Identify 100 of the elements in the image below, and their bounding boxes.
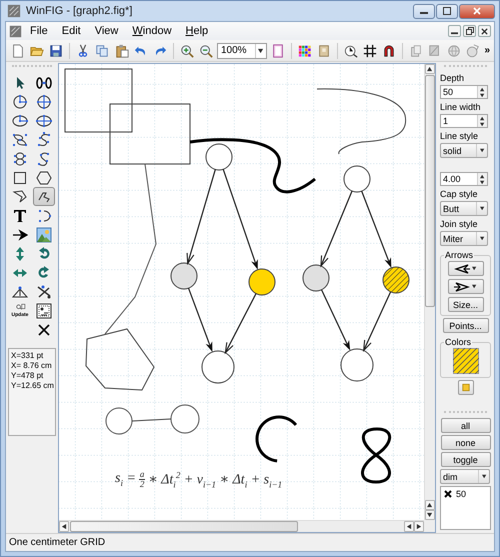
magnet-icon <box>382 44 396 58</box>
close-icon <box>473 7 481 15</box>
polygon-shape <box>86 328 155 391</box>
caret-icon <box>480 148 484 153</box>
depth-filter-button[interactable]: none <box>440 435 490 450</box>
scrollbar-thumb[interactable] <box>425 75 435 307</box>
caret-icon <box>482 474 486 479</box>
coordinate-readout: Y=478 pt <box>11 371 44 380</box>
zoom-in-icon <box>180 44 194 58</box>
scroll-up-button[interactable] <box>425 64 435 74</box>
app-icon <box>7 4 21 18</box>
depth-mode-dropdown[interactable]: dim <box>440 469 490 484</box>
menu-item[interactable]: Window <box>126 24 178 38</box>
property-label: Cap style <box>440 189 479 199</box>
closed-spline-icon <box>12 132 28 148</box>
point-pair-icon <box>36 74 52 90</box>
hexagon-icon <box>36 170 52 186</box>
globe-arrow-button[interactable] <box>465 42 482 59</box>
circle-node <box>170 262 198 290</box>
copy-icon <box>95 44 110 58</box>
menu-item[interactable]: View <box>88 24 124 38</box>
new-file-icon <box>11 44 26 58</box>
save-icon <box>49 44 64 58</box>
cross-mark-icon <box>444 490 452 498</box>
depth-checkbox[interactable] <box>443 490 452 498</box>
coordinate-readout: X=331 pt <box>11 351 44 360</box>
minimize-button[interactable] <box>448 25 461 37</box>
zoom-dropdown[interactable]: 100% <box>217 42 267 58</box>
vertical-scrollbar[interactable] <box>424 64 435 520</box>
spin-field[interactable]: 50 <box>440 85 488 99</box>
depth-filter-button[interactable]: all <box>440 418 490 433</box>
scroll-up-button[interactable] <box>425 500 435 510</box>
zoom-out-icon <box>198 44 213 58</box>
note-icon <box>462 383 470 392</box>
restore-button[interactable] <box>463 25 476 37</box>
caret-icon <box>258 48 264 54</box>
arrow <box>224 293 257 354</box>
points-button[interactable]: Points... <box>442 318 488 333</box>
depth-label: 50 <box>456 489 466 499</box>
rectangle-shape <box>64 68 132 132</box>
arrow <box>188 288 212 352</box>
picture-icon <box>36 226 52 242</box>
circle-node <box>344 166 370 192</box>
circle-node <box>302 264 330 292</box>
property-label: Line width <box>440 102 482 112</box>
paste-icon <box>114 44 129 58</box>
figure-eight-curve <box>361 428 392 484</box>
arrow <box>321 290 350 351</box>
scroll-down-button[interactable] <box>425 510 435 520</box>
ellipse-radius-icon <box>12 112 28 128</box>
spin-field[interactable]: 4.00 <box>440 172 488 186</box>
depth-filter-button[interactable]: toggle <box>440 452 490 467</box>
arc-shape <box>256 416 297 462</box>
document-icon <box>9 24 22 38</box>
library-icon <box>36 302 52 318</box>
maximize-button[interactable] <box>436 4 458 18</box>
tool-button[interactable] <box>33 187 55 206</box>
grid-button[interactable] <box>362 42 378 59</box>
rectangle-icon <box>12 170 28 186</box>
close-button[interactable] <box>478 25 491 37</box>
clock-icon <box>344 44 358 58</box>
arrow-head-icon <box>454 264 470 274</box>
caret-icon <box>480 206 484 211</box>
menu-item[interactable]: Help <box>180 24 214 38</box>
globe-icon <box>447 44 462 58</box>
menu-item[interactable]: File <box>24 24 54 38</box>
property-label: Line style <box>440 131 480 141</box>
style-dropdown[interactable]: solid <box>440 143 488 158</box>
circle-node <box>340 348 374 382</box>
coordinate-readout: X= 8.76 cm <box>11 361 53 370</box>
scroll-left-button[interactable] <box>59 521 69 532</box>
property-label: Join style <box>440 219 479 229</box>
open-curve-icon <box>36 150 52 166</box>
scrollbar-thumb[interactable] <box>70 521 298 532</box>
arrow-icon <box>61 524 67 530</box>
circle-node <box>248 268 276 296</box>
ellipse-diameter-icon <box>36 112 52 128</box>
horizontal-scrollbar[interactable] <box>59 520 424 532</box>
closed-curve-icon <box>12 150 28 166</box>
delete-icon <box>36 322 52 338</box>
toolbar-overflow-button[interactable]: » <box>484 45 490 56</box>
scroll-right-button[interactable] <box>414 521 424 532</box>
style-dropdown[interactable]: Butt <box>440 201 488 216</box>
open-spline-icon <box>36 132 52 148</box>
arrow-end-button[interactable] <box>448 279 484 294</box>
spin-field[interactable]: 1 <box>440 114 488 128</box>
group-label: Arrows <box>444 250 474 260</box>
paste-button[interactable] <box>114 42 130 59</box>
style-dropdown[interactable]: Miter <box>440 231 488 246</box>
coordinate-readout: Y=12.65 cm <box>11 381 53 390</box>
caret-icon <box>472 266 477 271</box>
scroll-left-button[interactable] <box>404 521 414 532</box>
size-button[interactable]: Size... <box>448 297 484 312</box>
arrow-icon <box>12 226 28 242</box>
minimize-button[interactable] <box>413 4 435 18</box>
arrow-start-button[interactable] <box>448 261 484 276</box>
note-button[interactable] <box>458 380 474 395</box>
menu-item[interactable]: Edit <box>56 24 87 38</box>
arc-points-icon <box>36 208 52 224</box>
restore-icon <box>466 27 474 35</box>
